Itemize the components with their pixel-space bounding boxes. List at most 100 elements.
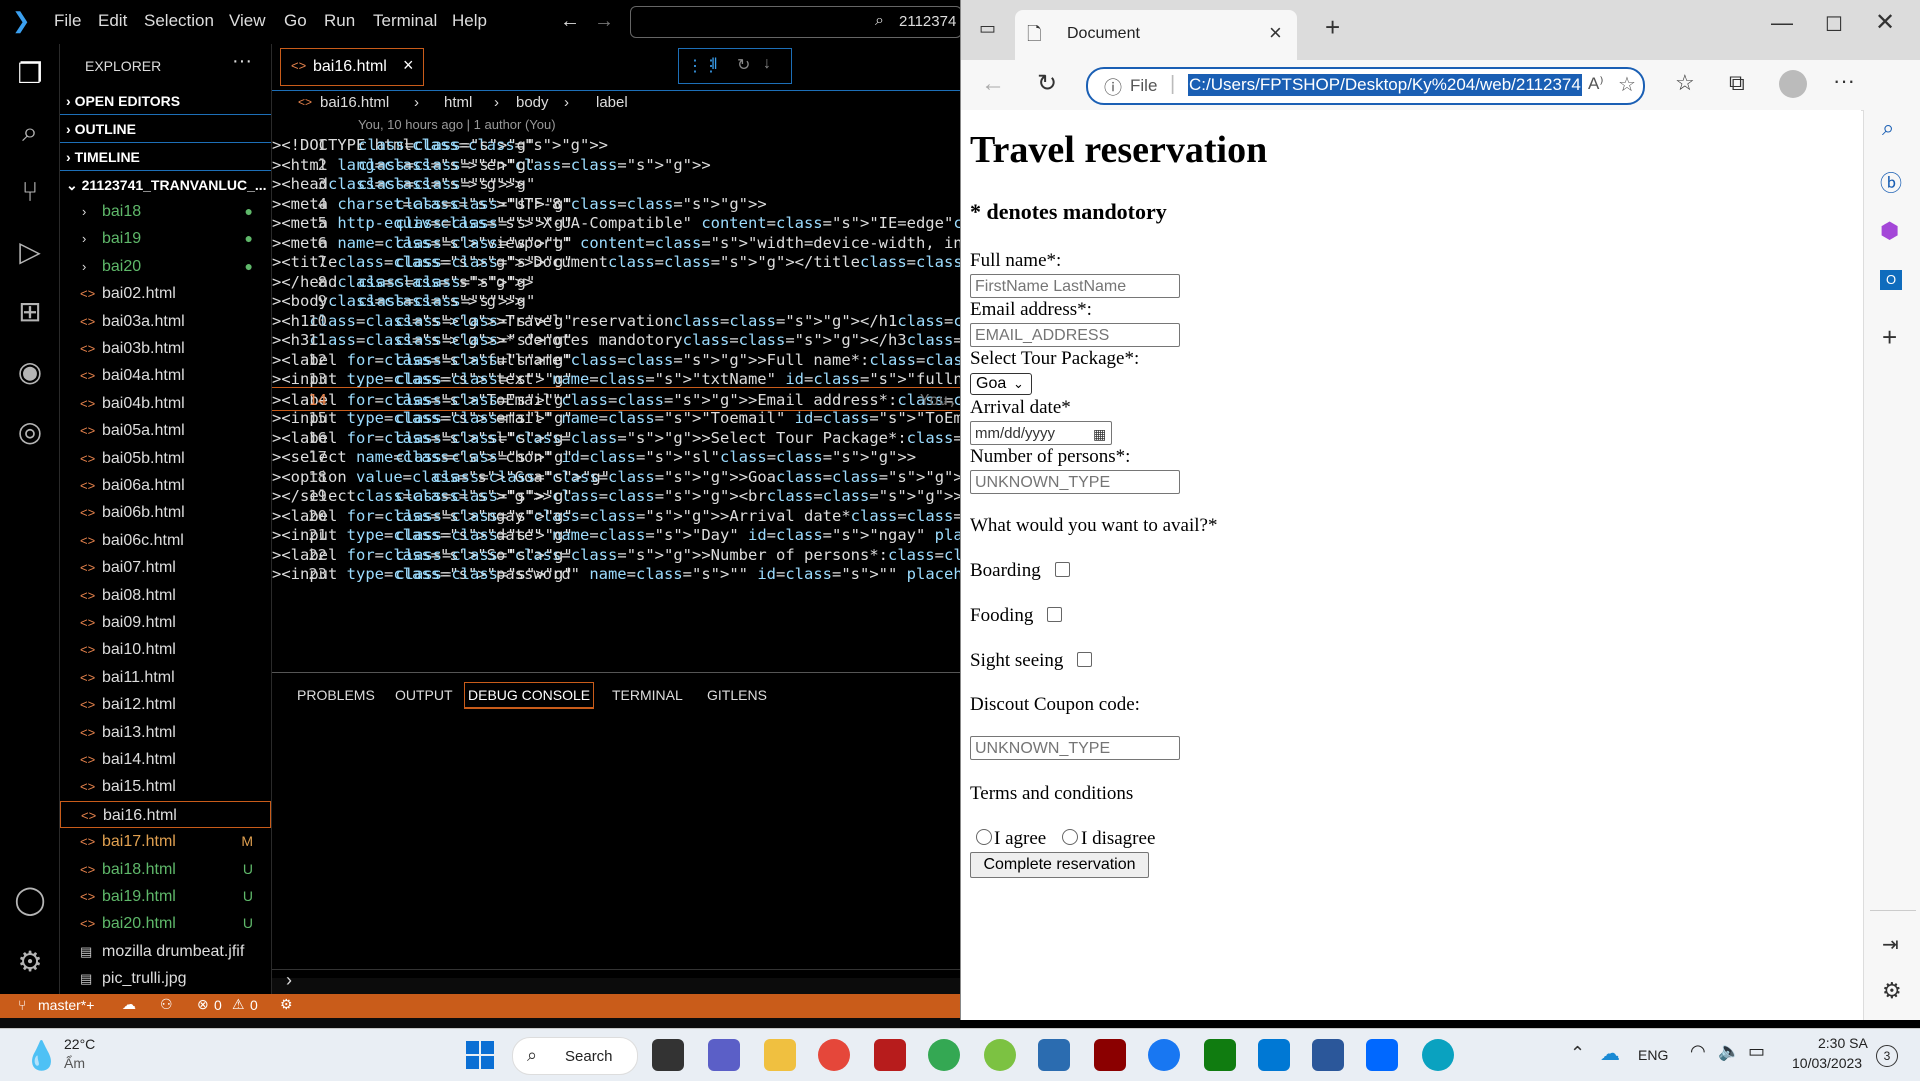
forward-arrow-icon[interactable]: → [594, 10, 614, 33]
weather-icon[interactable]: 💧 [24, 1039, 59, 1072]
tab-actions-icon[interactable]: ▭ [979, 18, 996, 39]
calendar-icon[interactable]: ▦ [1093, 422, 1106, 446]
tab-gitlens[interactable]: GITLENS [707, 687, 767, 703]
task-view-icon[interactable] [652, 1039, 684, 1071]
file-item[interactable]: ▤ mozilla drumbeat.jfif [60, 938, 271, 965]
file-item[interactable]: <> bai17.html M [60, 828, 271, 855]
vscode-taskbar-icon[interactable] [1258, 1039, 1290, 1071]
file-item[interactable]: <> bai11.html [60, 664, 271, 691]
settings-more-icon[interactable]: ··· [1833, 68, 1855, 94]
tab-problems[interactable]: PROBLEMS [297, 687, 375, 703]
taskbar-search[interactable]: ⌕ Search [512, 1037, 638, 1075]
account-icon[interactable]: ◯ [12, 882, 48, 918]
outlook-icon[interactable]: O [1880, 270, 1902, 290]
start-button[interactable] [466, 1041, 494, 1069]
more-actions-icon[interactable]: ··· [232, 50, 252, 73]
gitlens-icon[interactable]: ◎ [12, 414, 48, 450]
section-open-editors[interactable]: › OPEN EDITORS [60, 88, 271, 115]
file-item[interactable]: <> bai15.html [60, 773, 271, 800]
zalo-icon[interactable] [1366, 1039, 1398, 1071]
file-item[interactable]: <> bai06b.html [60, 499, 271, 526]
chrome-profile-icon[interactable] [928, 1039, 960, 1071]
file-item[interactable]: <> bai06a.html [60, 472, 271, 499]
file-item[interactable]: <> bai09.html [60, 609, 271, 636]
code-area[interactable]: 1 class=class="s">"g" ><!DOCTYPE htmlclass… [272, 133, 960, 672]
file-item[interactable]: <> bai18.html U [60, 856, 271, 883]
folder-item[interactable]: › bai19 ● [60, 225, 271, 252]
debug-console-input[interactable]: › [272, 969, 960, 994]
breadcrumb-file[interactable]: bai16.html [320, 94, 389, 111]
chrome-icon[interactable] [818, 1039, 850, 1071]
menu-file[interactable]: File [54, 11, 81, 31]
menu-terminal[interactable]: Terminal [373, 11, 437, 31]
browser-tab[interactable]: 🗋 Document × [1015, 10, 1297, 60]
complete-reservation-button[interactable]: Complete reservation [970, 852, 1149, 878]
email-input[interactable]: EMAIL_ADDRESS [970, 323, 1180, 347]
notification-badge[interactable]: 3 [1876, 1045, 1898, 1067]
file-item[interactable]: <> bai14.html [60, 746, 271, 773]
new-tab-icon[interactable]: + [1325, 12, 1340, 43]
menu-go[interactable]: Go [284, 11, 307, 31]
office-icon[interactable]: ⬢ [1880, 218, 1899, 244]
disagree-radio[interactable] [1062, 829, 1078, 845]
close-window-icon[interactable]: ✕ [1875, 8, 1895, 37]
files-icon[interactable]: ❐ [12, 56, 48, 92]
agree-radio[interactable] [976, 829, 992, 845]
menu-help[interactable]: Help [452, 11, 487, 31]
code-line[interactable]: 23 class=class="s">"g" ><input type=class… [272, 562, 960, 586]
menu-view[interactable]: View [229, 11, 266, 31]
file-item[interactable]: ▤ pic_trulli.jpg [60, 965, 271, 992]
coupon-input[interactable]: UNKNOWN_TYPE [970, 736, 1180, 760]
favorites-icon[interactable]: ☆ [1675, 70, 1695, 96]
step-over-icon[interactable]: ↓ [763, 55, 771, 73]
file-item[interactable]: <> bai02.html [60, 280, 271, 307]
close-icon[interactable]: × [1269, 20, 1282, 46]
app-dark-red-icon[interactable] [1094, 1039, 1126, 1071]
fooding-checkbox[interactable] [1047, 607, 1062, 622]
breadcrumb-label[interactable]: label [596, 94, 628, 111]
section-outline[interactable]: › OUTLINE [60, 116, 271, 143]
file-item[interactable]: <> bai08.html [60, 582, 271, 609]
breadcrumb-body[interactable]: body [516, 94, 549, 111]
weather-temp[interactable]: 22°C [64, 1036, 95, 1052]
profile-avatar[interactable] [1779, 70, 1807, 98]
branch-name[interactable]: master*+ [38, 997, 94, 1013]
folder-item[interactable]: › bai18 ● [60, 198, 271, 225]
section-timeline[interactable]: › TIMELINE [60, 144, 271, 171]
command-center-search[interactable]: ⌕ 2112374 [630, 6, 962, 38]
file-item[interactable]: <> bai05b.html [60, 445, 271, 472]
file-item[interactable]: <> bai06c.html [60, 527, 271, 554]
file-item[interactable]: <> bai20.html U [60, 910, 271, 937]
add-favorite-icon[interactable]: ☆ [1618, 72, 1636, 97]
file-item[interactable]: <> bai04b.html [60, 390, 271, 417]
read-aloud-icon[interactable]: A⁾ [1588, 74, 1604, 94]
section-workspace[interactable]: ⌄ 21123741_TRANVANLUC_... [60, 172, 271, 198]
file-item[interactable]: <> bai03b.html [60, 335, 271, 362]
boarding-checkbox[interactable] [1055, 562, 1070, 577]
run-debug-icon[interactable]: ▷ [12, 234, 48, 270]
settings-icon[interactable]: ⚙ [1882, 978, 1902, 1004]
menu-run[interactable]: Run [324, 11, 355, 31]
bing-chat-icon[interactable]: ⓑ [1880, 166, 1902, 198]
search-icon[interactable]: ⌕ [12, 114, 48, 150]
arrival-date-input[interactable]: mm/dd/yyyy ▦ [970, 421, 1112, 445]
search-icon[interactable]: ⌕ [1882, 115, 1894, 141]
breadcrumb-html[interactable]: html [444, 94, 472, 111]
live-share-icon[interactable]: ⚇ [160, 996, 173, 1013]
file-item[interactable]: <> bai13.html [60, 719, 271, 746]
wifi-icon[interactable]: ◠ [1690, 1041, 1706, 1062]
github-icon[interactable]: ◉ [12, 354, 48, 390]
battery-icon[interactable]: ▭ [1748, 1041, 1765, 1062]
debug-status-icon[interactable]: ⚙ [280, 996, 293, 1013]
full-name-input[interactable]: FirstName LastName [970, 274, 1180, 298]
xbox-icon[interactable] [1204, 1039, 1236, 1071]
file-item[interactable]: <> bai16.html [60, 800, 271, 828]
back-arrow-icon[interactable]: ← [560, 10, 580, 33]
sync-icon[interactable]: ☁ [122, 996, 136, 1013]
address-text[interactable]: C:/Users/FPTSHOP/Desktop/Ky%204/web/2112… [1188, 74, 1582, 96]
menu-edit[interactable]: Edit [98, 11, 127, 31]
onedrive-icon[interactable]: ☁ [1600, 1041, 1620, 1066]
pause-icon[interactable]: ‖ [711, 56, 718, 74]
mail-icon[interactable] [1038, 1039, 1070, 1071]
warning-icon[interactable]: ⚠ [232, 996, 245, 1013]
